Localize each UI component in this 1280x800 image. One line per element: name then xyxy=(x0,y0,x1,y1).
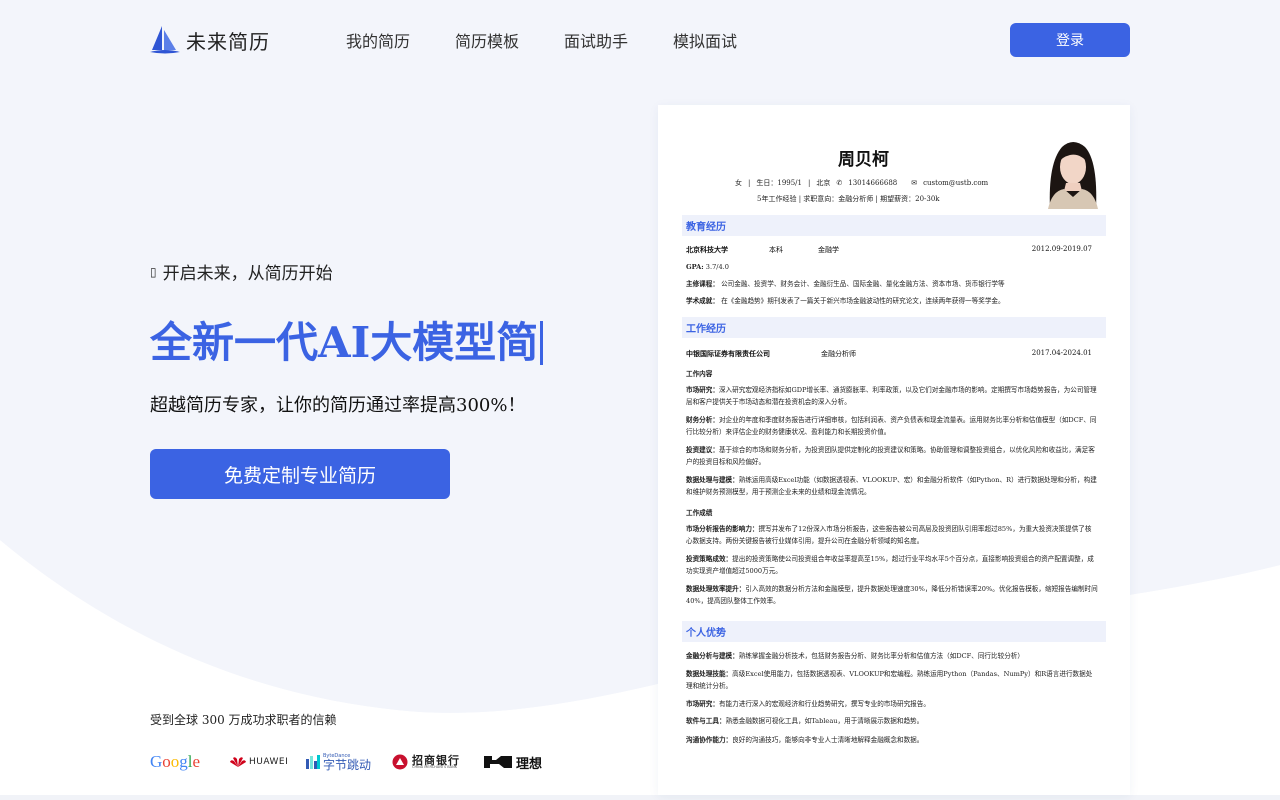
job-result: 市场分析报告的影响力：撰写并发布了12份深入市场分析报告，这些报告被公司高层及投… xyxy=(686,525,1092,545)
strength-item: 数据处理技能：高级Excel使用能力，包括数据透视表、VLOOKUP和宏编程。熟… xyxy=(686,670,1093,690)
bytedance-bars-icon xyxy=(306,755,320,769)
lixiang-logo-icon xyxy=(484,756,512,768)
work-row: 中银国际证券有限责任公司 金融分析师 2017.04-2024.01 xyxy=(686,349,1092,359)
resume-gender: 女 xyxy=(735,179,742,187)
job-item: 投资建议：基于综合的市场和财务分析，为投资团队提供定制化的投资建议和策略。协助管… xyxy=(686,446,1095,466)
resume-salary: 期望薪资：20-30k xyxy=(880,195,940,203)
tagline-text: 开启未来，从简历开始 xyxy=(162,264,333,284)
resume-name: 周贝柯 xyxy=(838,150,889,170)
typing-cursor xyxy=(540,321,544,365)
strength-item: 金融分析与建模：熟练掌握金融分析技术，包括财务报告分析、财务比率分析和估值方法（… xyxy=(686,652,1024,660)
resume-job-info: 5年工作经验 | 求职意向：金融分析师 | 期望薪资：20-30k xyxy=(757,195,940,203)
tagline: ▯ 开启未来，从简历开始 xyxy=(150,259,333,284)
education-row: 北京科技大学 本科 金融学 2012.09-2019.07 xyxy=(686,245,1092,255)
resume-city: 北京 xyxy=(816,179,831,187)
edu-courses: 主修课程： 公司金融、投资学、财务会计、金融衍生品、国际金融、量化金融方法、资本… xyxy=(686,280,1005,288)
resume-basic-info: 女 | 生日：1995/1 | 北京 ✆ 13014666688 ✉ custom@… xyxy=(735,179,989,187)
top-navigation-bar: 未来简历 我的简历 简历模板 面试助手 模拟面试 登录 xyxy=(0,0,1280,80)
education-section-header: 教育经历 xyxy=(682,215,1106,236)
edu-degree: 本科 xyxy=(769,246,783,254)
edu-major: 金融学 xyxy=(818,246,839,254)
strength-item: 软件与工具：熟悉金融数据可视化工具，如Tableau，用于清晰展示数据和趋势。 xyxy=(686,717,924,725)
phone-icon: ✆ xyxy=(836,179,843,187)
strength-item: 市场研究：有能力进行深入的宏观经济和行业趋势研究，撰写专业的市场研究报告。 xyxy=(686,700,930,708)
cmb-sub: CHINA MERCHANTS BANK xyxy=(412,764,457,769)
nav-mock-interview[interactable]: 模拟面试 xyxy=(673,28,737,52)
job-item: 数据处理与建模：熟练运用高级Excel功能（如数据透视表、VLOOKUP、宏）和… xyxy=(686,476,1097,496)
bytedance-text: 字节跳动 xyxy=(323,757,372,772)
strength-item: 沟通协作能力：良好的沟通技巧，能够向非专业人士清晰地解释金融概念和数据。 xyxy=(686,736,924,744)
rocket-icon: ▯ xyxy=(150,264,157,279)
trust-text: 受到全球 300 万成功求职者的信赖 xyxy=(150,713,337,727)
google-logo-text: Google xyxy=(150,752,201,771)
brand-logos: Google HUAWEI ByteDance 字节跳动 招商银行 CHINA … xyxy=(150,752,542,772)
huawei-text: HUAWEI xyxy=(249,757,289,767)
job-result: 投资策略成效：提出的投资策略使公司投资组合年收益率提高至15%，超过行业平均水平… xyxy=(686,555,1094,575)
create-resume-button[interactable]: 免费定制专业简历 xyxy=(150,449,450,499)
nav-resume-templates[interactable]: 简历模板 xyxy=(455,28,519,52)
huawei-flower-icon xyxy=(230,757,246,767)
job-result: 数据处理效率提升：引入高效的数据分析方法和金融模型，提升数据处理速度30%，降低… xyxy=(686,585,1098,605)
main-nav: 我的简历 简历模板 面试助手 模拟面试 xyxy=(346,28,737,52)
job-role: 金融分析师 xyxy=(821,350,856,358)
email-icon: ✉ xyxy=(911,179,918,187)
strengths-section-header: 个人优势 xyxy=(682,621,1106,642)
app-logo[interactable]: 未来简历 xyxy=(150,24,270,56)
resume-photo xyxy=(1042,133,1104,209)
edu-gpa: GPA: 3.7/4.0 xyxy=(686,263,729,271)
brand-bytedance: ByteDance 字节跳动 xyxy=(306,753,392,772)
job-item: 财务分析：对企业的年度和季度财务报告进行详细审核，包括利润表、资产负债表和现金流… xyxy=(686,416,1097,436)
job-result-title: 工作成绩 xyxy=(686,509,713,517)
resume-email: custom@ustb.com xyxy=(923,179,989,187)
hero-subline: 超越简历专家，让你的简历通过率提高300%！ xyxy=(150,395,526,416)
work-section-header: 工作经历 xyxy=(682,317,1106,338)
job-period: 2017.04-2024.01 xyxy=(1031,349,1092,357)
job-item: 市场研究：深入研究宏观经济指标如GDP增长率、通货膨胀率、利率政策，以及它们对金… xyxy=(686,386,1097,406)
edu-period: 2012.09-2019.07 xyxy=(1031,245,1092,253)
brand-google: Google xyxy=(150,752,230,772)
headline-text: 全新一代AI大模型简 xyxy=(150,318,539,367)
nav-interview-assistant[interactable]: 面试助手 xyxy=(564,28,628,52)
edu-awards: 学术成就： 在《金融趋势》期刊发表了一篇关于新兴市场金融波动性的研究论文，连续两… xyxy=(686,297,1005,305)
cmb-logo-icon xyxy=(392,754,408,770)
sailboat-logo-icon xyxy=(150,26,180,54)
brand-huawei: HUAWEI xyxy=(230,756,306,768)
edu-school: 北京科技大学 xyxy=(686,245,728,254)
resume-preview[interactable]: 周贝柯 女 | 生日：1995/1 | 北京 ✆ 13014666688 ✉ cus… xyxy=(658,105,1130,795)
job-content-title: 工作内容 xyxy=(686,370,713,378)
lixiang-text: 理想 xyxy=(516,756,543,772)
brand-cmb: 招商银行 CHINA MERCHANTS BANK xyxy=(392,754,484,770)
login-button[interactable]: 登录 xyxy=(1010,23,1130,57)
brand-lixiang: 理想 xyxy=(484,753,542,772)
hero-headline: 全新一代AI大模型简 xyxy=(150,309,544,370)
job-company: 中银国际证券有限责任公司 xyxy=(686,349,770,358)
resume-birth: 生日：1995/1 xyxy=(756,179,802,187)
app-name: 未来简历 xyxy=(186,29,270,54)
resume-experience: 5年工作经验 xyxy=(757,195,797,203)
resume-phone: 13014666688 xyxy=(848,179,898,187)
nav-my-resume[interactable]: 我的简历 xyxy=(346,28,410,52)
resume-intent: 求职意向：金融分析师 xyxy=(803,195,874,203)
